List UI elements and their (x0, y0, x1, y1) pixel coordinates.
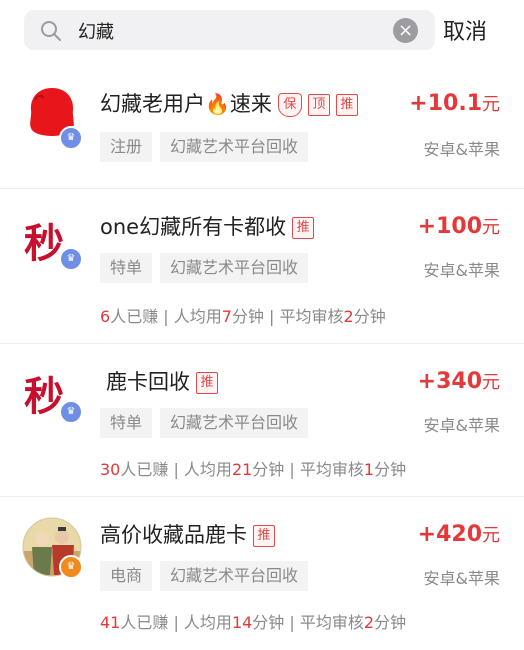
platform-label: 安卓&苹果 (423, 416, 500, 435)
list-item[interactable]: 秒 ♛ one幻藏所有卡都收推 +100元 特单 幻藏艺术平台回收 安卓&苹果 … (0, 188, 524, 343)
item-title: 幻藏老用户🔥速来保顶推 (100, 88, 358, 118)
stats-text: 人已赚 | 人均用 (110, 307, 222, 326)
avatar: 秒 (24, 220, 64, 267)
verified-badge-icon: ♛ (59, 126, 83, 150)
platform-label: 安卓&苹果 (423, 140, 500, 159)
item-stats: 30人已赚 | 人均用21分钟 | 平均审核1分钟 (100, 456, 406, 480)
price-unit: 元 (482, 372, 500, 393)
review-time: 2 (363, 613, 375, 632)
fire-icon: 🔥 (205, 92, 230, 116)
platform-chip: 幻藏艺术平台回收 (160, 253, 309, 283)
avg-time: 14 (231, 613, 253, 632)
search-icon (41, 21, 61, 41)
task-list: ♛ 幻藏老用户🔥速来保顶推 +10.1元 注册 幻藏艺术平台回收 安卓&苹果 秒… (0, 66, 524, 649)
price-value: +420 (417, 522, 482, 547)
price-value: +100 (417, 214, 482, 239)
platform-chip: 幻藏艺术平台回收 (160, 561, 309, 591)
platform-label: 安卓&苹果 (423, 261, 500, 280)
list-item[interactable]: 秒 ♛ 鹿卡回收推 +340元 特单 幻藏艺术平台回收 安卓&苹果 30人已赚 … (0, 343, 524, 496)
item-title-text: one幻藏所有卡都收 (100, 215, 287, 239)
recommend-tag: 推 (292, 217, 315, 239)
earned-count: 30 (100, 460, 121, 479)
earned-count: 41 (100, 613, 121, 632)
clear-icon[interactable]: × (393, 18, 418, 43)
item-title-suffix: 速来 (229, 92, 272, 116)
cancel-button[interactable]: 取消 (443, 14, 487, 46)
avg-time: 7 (221, 307, 232, 326)
price: +420元 (418, 521, 500, 547)
item-stats: 41人已赚 | 人均用14分钟 | 平均审核2分钟 (100, 609, 406, 633)
avatar: 秒 (24, 373, 64, 420)
search-input[interactable] (76, 10, 380, 52)
list-item[interactable]: ♛ 幻藏老用户🔥速来保顶推 +10.1元 注册 幻藏艺术平台回收 安卓&苹果 (0, 66, 524, 188)
item-title: 鹿卡回收推 (106, 366, 218, 396)
shield-icon: 保 (277, 93, 302, 117)
recommend-tag: 推 (196, 372, 218, 394)
stats-text: 分钟 (374, 613, 407, 632)
stats-text: 人已赚 | 人均用 (120, 613, 232, 632)
price-value: +340 (417, 369, 482, 394)
search-box[interactable]: × (24, 10, 435, 52)
top-tag: 顶 (307, 94, 330, 116)
item-title: 高价收藏品鹿卡推 (100, 519, 275, 549)
item-title: one幻藏所有卡都收推 (100, 211, 315, 241)
price-unit: 元 (482, 217, 500, 238)
platform-chip: 幻藏艺术平台回收 (160, 408, 309, 438)
platform-chip: 幻藏艺术平台回收 (160, 132, 309, 162)
price: +100元 (418, 213, 500, 239)
review-time: 1 (363, 460, 375, 479)
price-unit: 元 (482, 525, 500, 546)
stats-text: 人已赚 | 人均用 (120, 460, 232, 479)
stats-text: 分钟 (353, 307, 386, 326)
stats-text: 分钟 | 平均审核 (252, 460, 364, 479)
item-title-text: 幻藏老用户 (100, 92, 205, 116)
category-chip: 注册 (100, 132, 153, 162)
item-stats: 6人已赚 | 人均用7分钟 | 平均审核2分钟 (100, 303, 386, 327)
price-unit: 元 (482, 94, 500, 115)
price-value: +10.1 (409, 91, 482, 116)
earned-count: 6 (100, 307, 111, 326)
platform-label: 安卓&苹果 (423, 569, 500, 588)
recommend-tag: 推 (335, 94, 358, 116)
item-title-text: 鹿卡回收 (106, 370, 190, 394)
avg-time: 21 (231, 460, 253, 479)
item-title-text: 高价收藏品鹿卡 (100, 523, 247, 547)
verified-badge-icon: ♛ (59, 555, 83, 579)
verified-badge-icon: ♛ (59, 247, 83, 271)
stats-text: 分钟 | 平均审核 (252, 613, 364, 632)
verified-badge-icon: ♛ (59, 400, 83, 424)
category-chip: 特单 (100, 253, 153, 283)
recommend-tag: 推 (253, 525, 275, 547)
list-item[interactable]: ♛ 高价收藏品鹿卡推 +420元 电商 幻藏艺术平台回收 安卓&苹果 41人已赚… (0, 496, 524, 649)
stats-text: 分钟 | 平均审核 (231, 307, 344, 326)
review-time: 2 (343, 307, 354, 326)
search-bar: × 取消 (0, 0, 524, 60)
category-chip: 特单 (100, 408, 153, 438)
stats-text: 分钟 (374, 460, 407, 479)
price: +10.1元 (409, 90, 500, 116)
category-chip: 电商 (100, 561, 153, 591)
price: +340元 (418, 368, 500, 394)
